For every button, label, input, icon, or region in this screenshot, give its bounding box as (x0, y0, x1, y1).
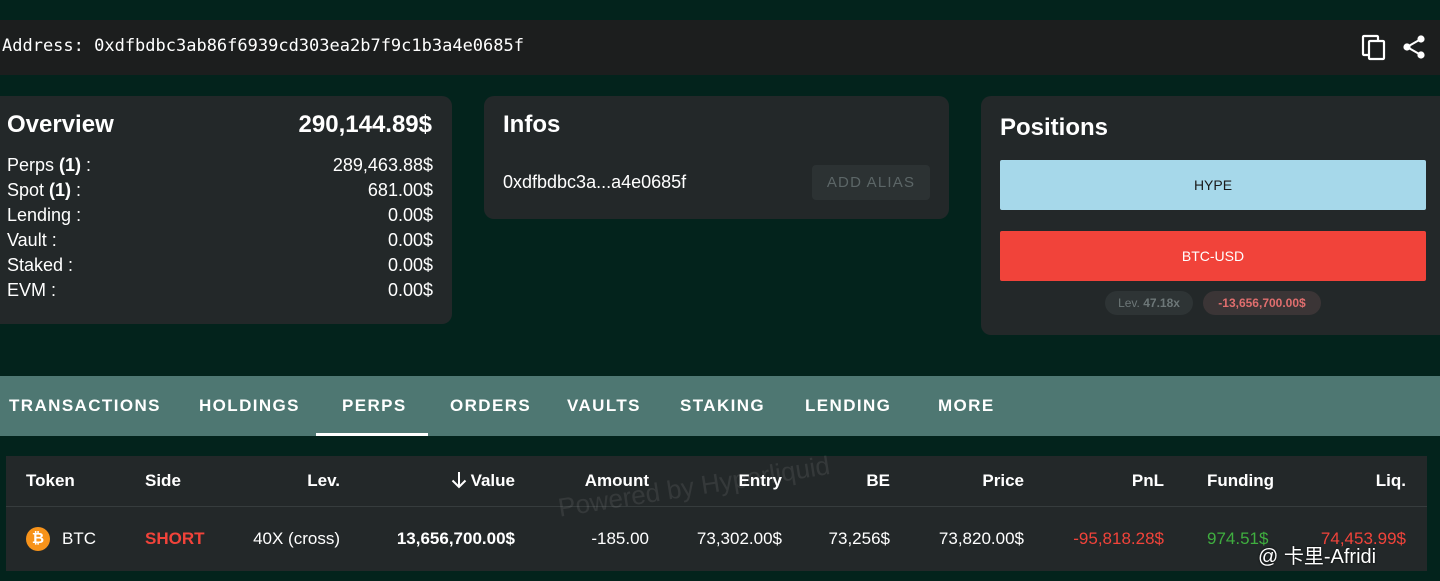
corner-watermark: @ 卡里-Afridi (1258, 546, 1377, 568)
overview-value: 0.00$ (387, 255, 433, 275)
overview-value: 681.00$ (367, 180, 433, 200)
tab-transactions[interactable]: TRANSACTIONS (9, 376, 161, 436)
infos-address: 0xdfbdbc3a...a4e0685f (503, 172, 687, 192)
infos-card: Infos 0xdfbdbc3a...a4e0685f ADD ALIAS (484, 96, 949, 219)
tab-vaults[interactable]: VAULTS (567, 376, 641, 436)
cell-amount: -185.00 (591, 529, 649, 548)
address-text: Address: 0xdfbdbc3ab86f6939cd303ea2b7f9c… (2, 36, 524, 56)
tab-orders[interactable]: ORDERS (450, 376, 531, 436)
position-hype-button[interactable]: HYPE (1000, 160, 1426, 210)
leverage-label: Lev. (1118, 296, 1140, 310)
header-side[interactable]: Side (145, 471, 181, 491)
cell-entry: 73,302.00$ (696, 529, 782, 548)
overview-label: Staked : (7, 255, 74, 275)
cell-token: BTC (62, 529, 96, 548)
overview-count: (1) (49, 180, 72, 200)
position-btc-usd-button[interactable]: BTC-USD (1000, 231, 1426, 281)
row-divider (6, 506, 1427, 507)
tab-holdings[interactable]: HOLDINGS (199, 376, 300, 436)
header-value-label: Value (470, 471, 515, 490)
cell-value: 13,656,700.00$ (396, 529, 515, 548)
header-funding[interactable]: Funding (1207, 471, 1274, 491)
overview-card: Overview 290,144.89$ Perps (1) : 289,463… (0, 96, 452, 324)
bitcoin-icon: ₿ (26, 527, 50, 551)
overview-value: 0.00$ (387, 205, 433, 225)
cell-pnl: -95,818.28$ (1073, 529, 1164, 548)
tab-perps[interactable]: PERPS (342, 376, 407, 436)
infos-title: Infos (503, 111, 561, 138)
overview-label: Perps (7, 155, 55, 175)
add-alias-button[interactable]: ADD ALIAS (812, 165, 930, 200)
overview-row-lending: Lending : 0.00$ (7, 205, 433, 230)
share-icon[interactable] (1400, 33, 1428, 61)
header-be[interactable]: BE (866, 471, 890, 491)
overview-label-suffix: : (81, 155, 92, 175)
overview-value: 289,463.88$ (332, 155, 433, 175)
overview-title: Overview (7, 111, 114, 138)
overview-row-perps: Perps (1) : 289,463.88$ (7, 155, 433, 180)
overview-row-vault: Vault : 0.00$ (7, 230, 433, 255)
tab-bar: TRANSACTIONS HOLDINGS PERPS ORDERS VAULT… (0, 376, 1440, 436)
copy-icon[interactable] (1360, 33, 1388, 61)
tab-staking[interactable]: STAKING (680, 376, 765, 436)
tab-more[interactable]: MORE (938, 376, 995, 436)
overview-label: EVM : (7, 280, 57, 300)
overview-label: Vault : (7, 230, 57, 250)
cell-price: 73,820.00$ (938, 529, 1024, 548)
overview-value: 0.00$ (387, 280, 433, 300)
header-token[interactable]: Token (26, 471, 75, 491)
tab-lending[interactable]: LENDING (805, 376, 891, 436)
overview-row-evm: EVM : 0.00$ (7, 280, 433, 305)
header-price[interactable]: Price (982, 471, 1024, 491)
header-lev[interactable]: Lev. (307, 471, 340, 491)
overview-row-spot: Spot (1) : 681.00$ (7, 180, 433, 205)
leverage-chip: Lev. 47.18x (1105, 291, 1193, 315)
overview-value: 0.00$ (387, 230, 433, 250)
positions-title: Positions (1000, 114, 1109, 141)
overview-label: Spot (7, 180, 45, 200)
header-pnl[interactable]: PnL (1132, 471, 1164, 491)
overview-count: (1) (59, 155, 82, 175)
active-tab-indicator (316, 433, 428, 436)
overview-row-staked: Staked : 0.00$ (7, 255, 433, 280)
header-value[interactable]: Value (451, 471, 515, 491)
leverage-value: 47.18x (1143, 296, 1180, 310)
overview-total: 290,144.89$ (298, 111, 432, 138)
cell-lev: 40X (cross) (253, 529, 340, 548)
cell-side: SHORT (145, 529, 205, 548)
arrow-down-icon (451, 472, 466, 489)
positions-card: Positions HYPE BTC-USD Lev. 47.18x -13,6… (981, 96, 1440, 335)
header-liq[interactable]: Liq. (1376, 471, 1406, 491)
overview-label: Lending : (7, 205, 82, 225)
pnl-chip: -13,656,700.00$ (1203, 291, 1321, 315)
overview-label-suffix: : (71, 180, 82, 200)
cell-be: 73,256$ (828, 529, 890, 548)
